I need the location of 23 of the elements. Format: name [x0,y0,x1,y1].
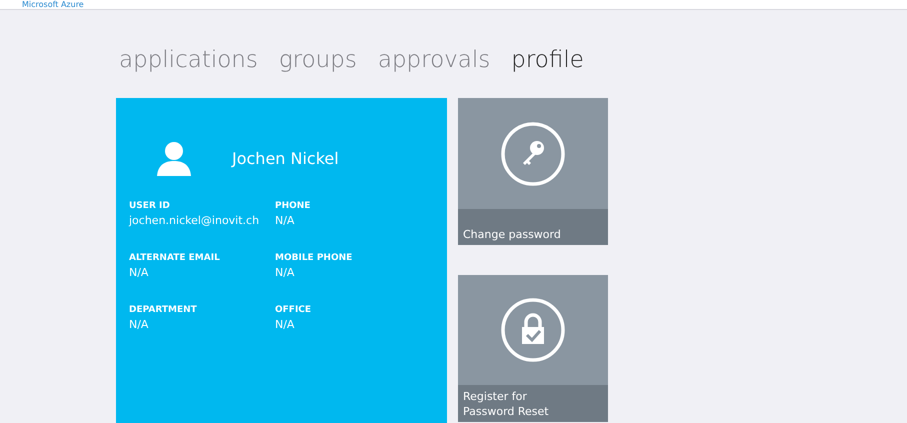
field-label: OFFICE [275,305,312,315]
field-label: PHONE [275,201,312,211]
field-value: N/A [275,214,296,227]
key-icon [500,120,566,186]
action-tile[interactable]: Change password [458,98,608,245]
field-value: N/A [275,318,296,331]
nav-tab[interactable]: profile [511,44,584,76]
field-value: N/A [275,266,296,279]
field-value: jochen.nickel@inovit.ch [129,214,260,227]
action-tile[interactable]: Register for Password Reset [458,275,608,422]
nav-tab[interactable]: approvals [378,44,490,76]
brand-title[interactable]: Microsoft Azure [22,0,84,9]
nav-tab[interactable]: groups [278,44,357,76]
user-avatar-icon [156,140,192,176]
field-label: MOBILE PHONE [275,253,354,263]
field-value: N/A [129,266,150,279]
user-name: Jochen Nickel [232,148,339,168]
field-label: USER ID [129,201,171,211]
field-value: N/A [129,318,150,331]
nav-tab[interactable]: applications [119,44,258,76]
field-label: ALTERNATE EMAIL [129,253,221,263]
lock-check-icon [500,297,566,363]
field-label: DEPARTMENT [129,305,198,315]
